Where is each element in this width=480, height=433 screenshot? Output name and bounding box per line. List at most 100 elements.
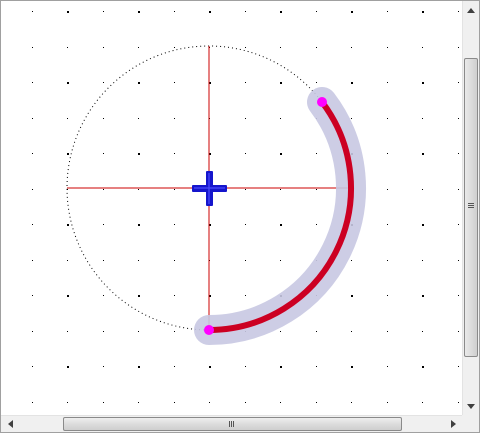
grid-dot [387,118,388,119]
grid-dot [103,189,104,190]
move-cross-icon[interactable] [192,171,227,206]
grid-dot [67,82,69,84]
grid-dot [280,153,282,155]
horizontal-scroll-thumb[interactable] [63,417,402,431]
grid-dot [422,11,424,13]
grid-dot [422,331,423,332]
grid-dot [387,189,388,190]
grid-dot [174,224,175,225]
grid-dot [458,295,459,296]
grid-dot [103,402,104,403]
arrow-left-icon[interactable] [2,416,18,432]
grid-dot [387,224,388,225]
grid-dot [103,366,104,367]
grid-dot [280,260,281,261]
grid-dot [387,402,388,403]
grid-dot [32,295,33,296]
vertical-scroll-thumb[interactable] [464,58,478,357]
arrow-down-icon[interactable] [463,398,479,414]
grid-dot [209,366,211,368]
grid-dot [351,331,352,332]
arc-start-handle[interactable] [317,97,327,107]
grid-dot [280,402,281,403]
grid-dot [422,366,424,368]
grid-dot [32,260,33,261]
grid-dot [174,331,175,332]
grid-dot [32,331,33,332]
grid-dot [67,118,68,119]
grid-dot [245,11,246,12]
grid-dot [67,47,68,48]
grid-dot [458,82,459,83]
grid-dot [67,331,68,332]
grid-dot [458,11,459,12]
grid-dot [138,366,140,368]
grid-dot [138,189,139,190]
grid-dot [387,153,388,154]
grid-dot [138,11,140,13]
grid-dot [174,189,175,190]
grid-dot [32,118,33,119]
grid-dot [245,402,246,403]
arc-end-handle[interactable] [204,325,214,335]
grid-dot [458,331,459,332]
arrow-up-icon[interactable] [463,2,479,18]
arrow-right-icon[interactable] [445,416,461,432]
vertical-scrollbar[interactable] [462,1,479,415]
grid-dot [280,331,281,332]
grid-dot [316,366,317,367]
drawing-canvas[interactable] [1,1,462,415]
grid-dot [387,47,388,48]
grid-markers [32,11,459,403]
grid-dot [458,366,459,367]
grid-dot [138,331,139,332]
grid-dot [245,366,246,367]
grid-dot [138,82,140,84]
grid-dot [209,402,210,403]
grid-dot [422,260,423,261]
grid-dot [32,82,33,83]
grid-dot [458,224,459,225]
grid-dot [67,153,69,155]
grid-dot [280,11,282,13]
grid-dot [245,260,246,261]
grid-dot [422,402,423,403]
grid-dot [458,153,459,154]
grid-dot [103,47,104,48]
grid-dot [280,224,282,226]
grid-dot [351,295,353,297]
grid-dot [138,118,139,119]
grid-dot [387,295,388,296]
grid-dot [209,11,211,13]
grid-dot [387,366,388,367]
grid-dot [174,118,175,119]
grid-dot [280,82,282,84]
grid-dot [422,189,423,190]
horizontal-scrollbar[interactable] [1,415,462,432]
grid-dot [138,224,140,226]
grid-dot [32,11,33,12]
grid-dot [316,47,317,48]
grid-dot [138,153,140,155]
grid-dot [174,153,175,154]
grid-dot [67,402,68,403]
grid-dot [174,11,175,12]
grid-dot [316,331,317,332]
grid-dot [67,224,69,226]
grid-dot [174,47,175,48]
grip-icon [229,421,234,427]
grid-dot [351,11,353,13]
grid-dot [32,224,33,225]
grid-dot [174,82,175,83]
canvas-svg[interactable] [1,1,462,415]
grid-dot [316,11,317,12]
grid-dot [280,118,281,119]
grid-dot [32,366,33,367]
arc-selection-highlight[interactable] [194,87,366,345]
grid-dot [138,402,139,403]
grid-dot [103,331,104,332]
grid-dot [458,260,459,261]
grid-dot [316,153,317,154]
grid-dot [387,11,388,12]
grid-dot [280,47,281,48]
